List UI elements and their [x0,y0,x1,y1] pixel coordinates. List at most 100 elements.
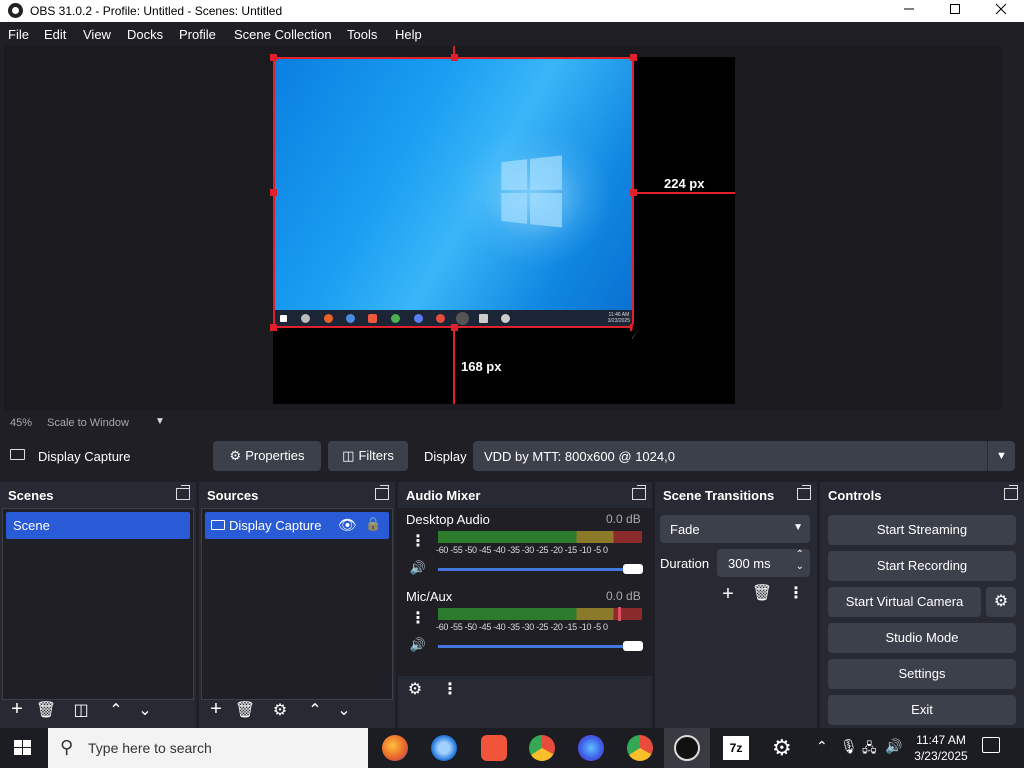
volume-slider-knob[interactable] [623,564,643,574]
filters-button[interactable]: ◫ Filters [328,441,408,471]
volume-slider[interactable] [438,645,634,648]
more-options-icon[interactable]: ⋮ [407,608,429,630]
menu-file[interactable]: File [8,27,29,42]
scale-mode[interactable]: Scale to Window [47,417,129,429]
volume-slider-knob[interactable] [623,641,643,651]
notification-icon[interactable] [982,737,1000,753]
virtual-camera-settings-button[interactable]: ⚙ [986,587,1016,617]
channel-name: Mic/Aux [406,589,453,604]
chrome-canary-icon[interactable] [529,735,555,761]
close-button[interactable] [978,0,1024,22]
gear-icon: ⚙ [229,448,242,463]
dock-title: Sources [207,488,259,503]
start-recording-button[interactable]: Start Recording [828,551,1016,581]
network-icon[interactable]: 🖧 [862,739,877,761]
maximize-button[interactable] [932,0,978,22]
obs-taskbar-button[interactable] [664,728,710,768]
undock-icon[interactable] [632,485,646,500]
filter-icon[interactable]: ◫ [70,700,92,722]
add-icon[interactable]: + [717,583,739,605]
visibility-eye-icon[interactable]: 👁 [338,516,357,534]
exit-button[interactable]: Exit [828,695,1016,725]
undock-icon[interactable] [375,485,389,500]
microphone-icon[interactable]: 🎙 [840,738,858,755]
more-options-icon[interactable]: ⋮ [407,531,429,553]
add-icon[interactable]: + [205,698,227,720]
dock-title: Scene Transitions [663,488,775,503]
duration-label: Duration [660,556,710,571]
gear-icon[interactable]: ⚙ [404,679,426,701]
taskbar-search[interactable]: ⚲ Type here to search [48,728,368,768]
lock-icon[interactable]: 🔒 [365,516,381,532]
menu-view[interactable]: View [83,27,111,42]
taskbar-clock[interactable]: 11:47 AM 3/23/2025 [908,732,974,764]
resize-handle[interactable] [270,189,277,196]
undock-icon[interactable] [797,485,811,500]
firefox-dev-icon[interactable] [578,735,604,761]
move-down-icon[interactable]: ⌄ [134,700,156,722]
more-options-icon[interactable]: ⋮ [785,583,807,605]
chrome-icon[interactable] [627,735,653,761]
chevron-down-icon[interactable]: ▼ [155,416,165,427]
sources-list[interactable]: Display Capture 👁 🔒 [201,508,393,700]
properties-button[interactable]: ⚙ Properties [213,441,321,471]
start-streaming-button[interactable]: Start Streaming [828,515,1016,545]
chevron-down-icon: ▼ [987,441,1015,471]
firefox-icon[interactable] [382,735,408,761]
menu-scene-collection[interactable]: Scene Collection [234,27,332,42]
resize-handle[interactable] [270,324,277,331]
menu-edit[interactable]: Edit [44,27,66,42]
display-select[interactable]: VDD by MTT: 800x600 @ 1024,0 ▼ [473,441,1015,471]
right-guide-line [634,192,735,194]
move-up-icon[interactable]: ⌃ [105,700,127,722]
volume-slider[interactable] [438,568,634,571]
settings-button[interactable]: Settings [828,659,1016,689]
trash-icon[interactable]: 🗑 [751,583,773,605]
add-icon[interactable]: + [6,698,28,720]
speaker-icon[interactable]: 🔊 [407,634,429,656]
menu-profile[interactable]: Profile [179,27,216,42]
undock-icon[interactable] [1004,485,1018,500]
zoom-percent: 45% [10,417,33,429]
start-virtual-camera-button[interactable]: Start Virtual Camera [828,587,981,617]
resize-handle[interactable] [630,54,637,61]
minimize-button[interactable] [886,0,932,22]
selected-source-name: Display Capture [38,449,131,464]
chevron-up-icon[interactable]: ⌃ [816,738,828,755]
source-selection-box[interactable] [273,57,634,328]
menu-help[interactable]: Help [395,27,422,42]
menu-docks[interactable]: Docks [127,27,163,42]
preview-scale-bar: 45% Scale to Window ▼ [0,412,1024,434]
trash-icon[interactable]: 🗑 [234,700,256,722]
chevron-up-icon[interactable]: ⌃ [796,549,804,560]
list-item[interactable]: Display Capture 👁 🔒 [205,512,389,539]
more-options-icon[interactable]: ⋮ [439,679,461,701]
menu-tools[interactable]: Tools [347,27,377,42]
transition-select[interactable]: Fade ▼ [660,515,810,543]
mouse-cursor-icon [632,325,641,339]
sources-dock: Sources Display Capture 👁 🔒 + 🗑 ⚙ ⌃ ⌄ [199,482,395,728]
title-bar: OBS 31.0.2 - Profile: Untitled - Scenes:… [0,0,1024,22]
move-up-icon[interactable]: ⌃ [304,700,326,722]
move-down-icon[interactable]: ⌄ [333,700,355,722]
windows-start-icon[interactable] [14,740,32,756]
trash-icon[interactable]: 🗑 [35,700,57,722]
gear-icon[interactable]: ⚙ [269,700,291,722]
filter-icon: ◫ [342,448,355,463]
monitor-icon [211,520,225,530]
app-icon[interactable] [481,735,507,761]
resize-handle[interactable] [270,54,277,61]
speaker-icon[interactable]: 🔊 [407,557,429,579]
7zip-icon[interactable]: 7z [723,736,749,760]
volume-icon[interactable]: 🔊 [885,738,902,755]
settings-gear-icon[interactable]: ⚙ [772,735,792,761]
chromium-icon[interactable] [431,735,457,761]
chevron-down-icon[interactable]: ⌄ [796,561,804,572]
list-item[interactable]: Scene [6,512,190,539]
volume-meter [438,608,642,620]
studio-mode-button[interactable]: Studio Mode [828,623,1016,653]
duration-spinbox[interactable]: 300 ms ⌃ ⌄ [717,549,810,577]
scenes-list[interactable]: Scene [2,508,194,700]
monitor-icon [10,449,25,460]
undock-icon[interactable] [176,485,190,500]
